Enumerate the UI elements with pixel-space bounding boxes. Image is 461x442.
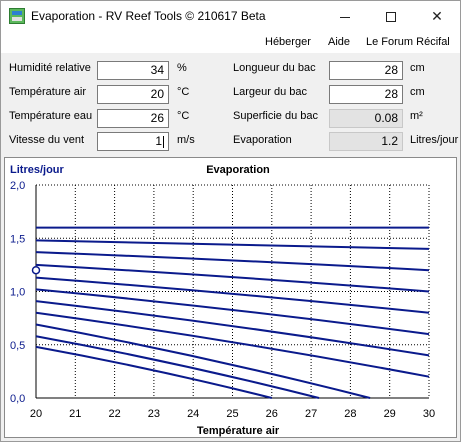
wind-speed-field[interactable]: 1 (97, 132, 169, 151)
wind-speed-value: 1 (155, 134, 162, 148)
tank-width-unit: cm (410, 86, 425, 98)
current-value-marker (31, 265, 41, 275)
x-tick-label: 23 (148, 408, 160, 420)
window-title: Evaporation - RV Reef Tools © 210617 Bet… (31, 9, 266, 23)
x-axis-label: Température air (197, 425, 280, 437)
menu-aide[interactable]: Aide (328, 36, 350, 48)
app-icon (9, 8, 25, 24)
maximize-button[interactable] (368, 1, 414, 31)
humidity-field[interactable]: 34 (97, 61, 169, 80)
water-temp-label: Température eau (9, 110, 93, 122)
x-tick-label: 27 (305, 408, 317, 420)
surface-label: Superficie du bac (233, 110, 318, 122)
tank-length-unit: cm (410, 62, 425, 74)
minimize-icon (340, 16, 350, 18)
y-tick-label: 0,5 (10, 340, 25, 352)
air-temp-field[interactable]: 20 (97, 85, 169, 104)
chart-canvas: Evaporation Litres/jour Température air … (10, 164, 435, 437)
y-axis-label: Litres/jour (10, 164, 65, 176)
menu-heberger[interactable]: Héberger (265, 36, 311, 48)
app-window: Evaporation - RV Reef Tools © 210617 Bet… (0, 0, 461, 442)
evaporation-field: 1.2 (329, 132, 403, 151)
text-cursor (163, 135, 164, 148)
surface-unit: m² (410, 110, 423, 122)
y-tick-label: 2,0 (10, 180, 25, 192)
y-tick-label: 0,0 (10, 393, 25, 405)
menu-bar: Héberger Aide Le Forum Récifal (1, 31, 460, 53)
series-line (35, 239, 430, 250)
x-tick-label: 21 (69, 408, 81, 420)
x-tick-label: 20 (30, 408, 42, 420)
x-tick-label: 29 (384, 408, 396, 420)
tank-width-field[interactable]: 28 (329, 85, 403, 104)
x-tick-label: 30 (423, 408, 435, 420)
wind-speed-unit: m/s (177, 134, 195, 146)
tank-length-label: Longueur du bac (233, 62, 316, 74)
evaporation-label: Evaporation (233, 134, 292, 146)
evaporation-chart: Evaporation Litres/jour Température air … (4, 157, 457, 438)
menu-forum-recifal[interactable]: Le Forum Récifal (366, 36, 450, 48)
series-line (35, 335, 320, 399)
x-tick-label: 22 (108, 408, 120, 420)
x-tick-label: 24 (187, 408, 199, 420)
humidity-label: Humidité relative (9, 62, 91, 74)
maximize-icon (386, 12, 396, 23)
title-bar[interactable]: Evaporation - RV Reef Tools © 210617 Bet… (1, 1, 460, 31)
series-line (35, 345, 273, 399)
close-button[interactable]: ✕ (414, 1, 460, 31)
humidity-unit: % (177, 62, 187, 74)
water-temp-field[interactable]: 26 (97, 109, 169, 128)
minimize-button[interactable] (322, 1, 368, 31)
air-temp-unit: °C (177, 86, 190, 98)
chart-tick-labels: 20 21 22 23 24 25 26 27 28 29 30 0,0 0,5 1,0 1,5 2,0 (10, 180, 435, 420)
series-line (35, 323, 371, 399)
water-temp-unit: °C (177, 110, 190, 122)
tank-width-label: Largeur du bac (233, 86, 307, 98)
wind-speed-label: Vitesse du vent (9, 134, 85, 146)
x-tick-label: 25 (226, 408, 238, 420)
evaporation-unit: Litres/jour (410, 134, 459, 146)
y-tick-label: 1,5 (10, 233, 25, 245)
surface-field: 0.08 (329, 109, 403, 128)
tank-length-field[interactable]: 28 (329, 61, 403, 80)
air-temp-label: Température air (9, 86, 87, 98)
close-icon: ✕ (431, 8, 443, 24)
x-tick-label: 28 (344, 408, 356, 420)
chart-title: Evaporation (206, 164, 270, 176)
y-tick-label: 1,0 (10, 287, 25, 299)
x-tick-label: 26 (266, 408, 278, 420)
chart-series (31, 226, 430, 399)
